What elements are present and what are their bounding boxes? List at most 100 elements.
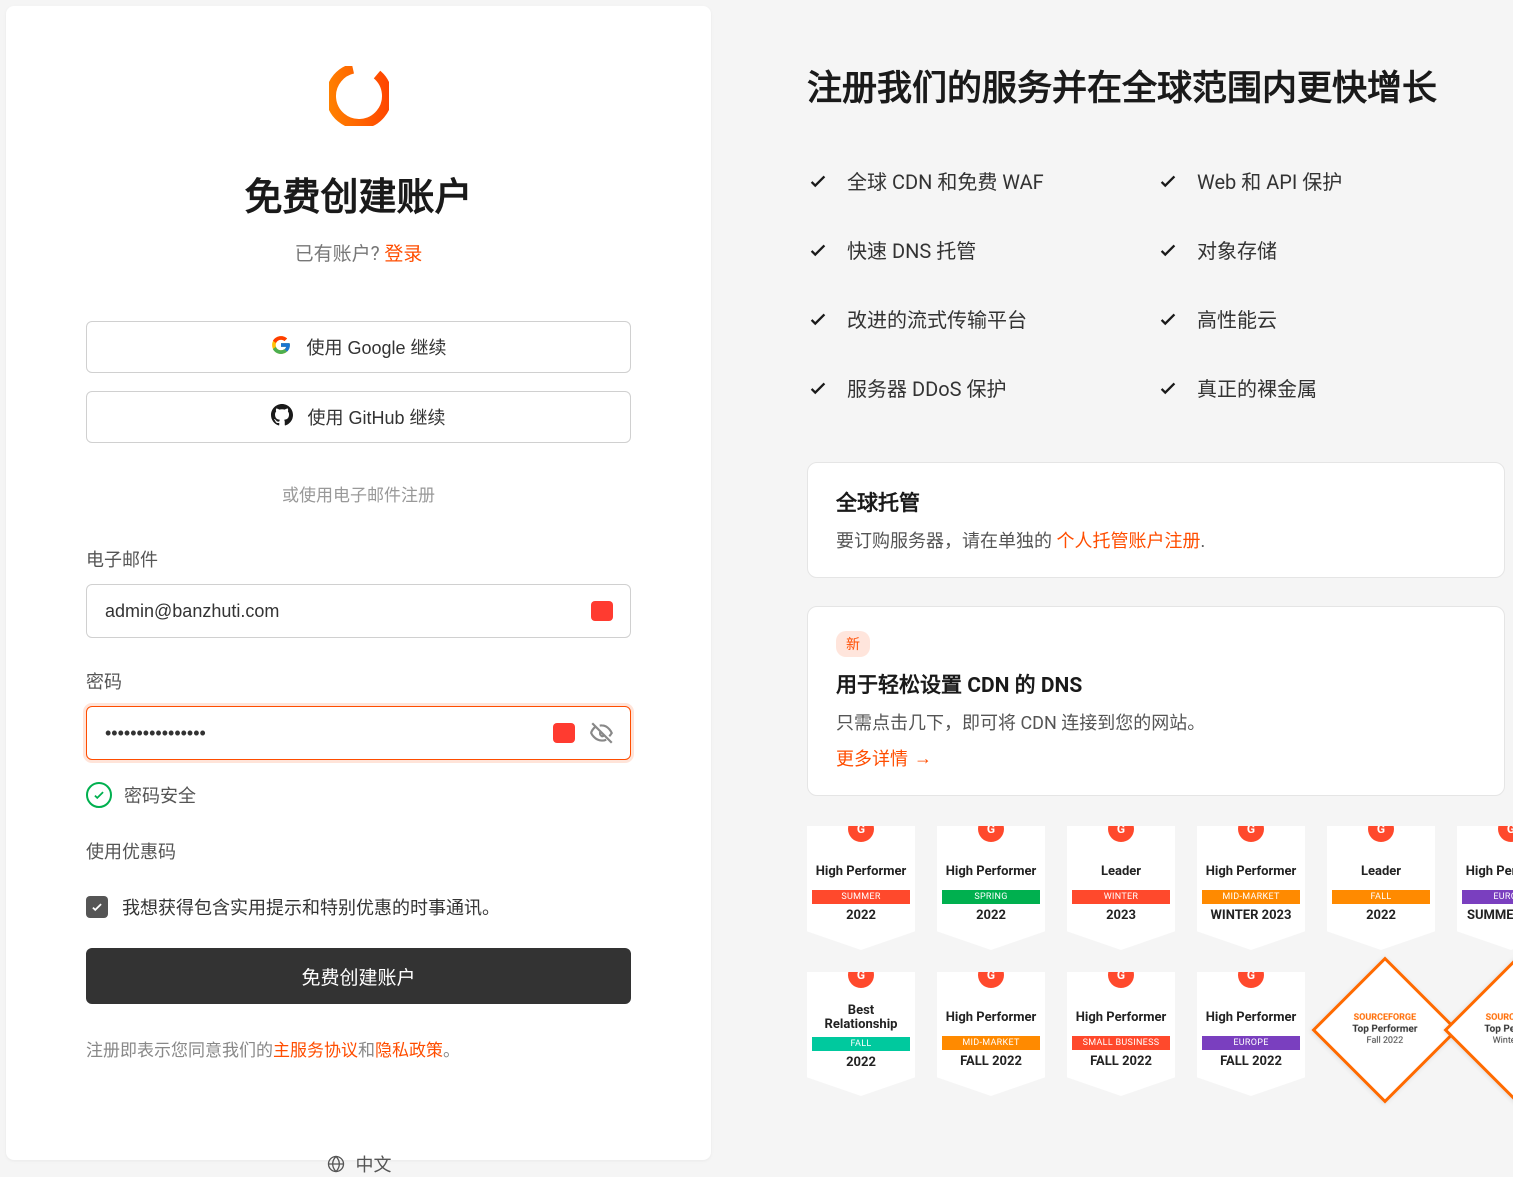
feature-label: 服务器 DDoS 保护 [847, 373, 1006, 402]
github-oauth-label: 使用 GitHub 继续 [307, 404, 445, 430]
promo-code-link[interactable]: 使用优惠码 [86, 838, 631, 864]
dns-card-title: 用于轻松设置 CDN 的 DNS [836, 669, 1476, 699]
feature-item: Web 和 API 保护 [1157, 166, 1513, 195]
signup-panel: 免费创建账户 已有账户? 登录 使用 Google 继续 使用 GitHub 继… [6, 6, 711, 1160]
g2-logo-icon: G [848, 962, 874, 988]
privacy-link[interactable]: 隐私政策 [375, 1041, 443, 1061]
check-icon [807, 239, 829, 261]
g2-logo-icon: G [1368, 816, 1394, 842]
g2-award-badge: GHigh PerformerSUMMER2022 [807, 826, 915, 950]
award-title: High Performer [1457, 858, 1513, 886]
award-year: Fall 2022 [1352, 1036, 1417, 1047]
feature-label: 对象存储 [1197, 235, 1277, 264]
eye-slash-icon [589, 720, 615, 746]
award-title: High Performer [937, 1004, 1045, 1032]
g2-award-badge: GHigh PerformerEuropeFALL 2022 [1197, 972, 1305, 1096]
feature-list: 全球 CDN 和免费 WAF Web 和 API 保护快速 DNS 托管 对象存储改… [807, 166, 1513, 402]
password-manager-icon[interactable] [591, 601, 613, 621]
feature-item: 对象存储 [1157, 235, 1513, 264]
award-title: High Performer [1067, 1004, 1175, 1032]
toggle-password-visibility-button[interactable] [587, 718, 617, 748]
g2-award-badge: GLeaderWINTER2023 [1067, 826, 1175, 950]
award-ribbon: Europe [1202, 1036, 1299, 1050]
award-ribbon: Small Business [1072, 1036, 1169, 1050]
award-ribbon: FALL [812, 1037, 909, 1051]
g2-logo-icon: G [1238, 816, 1264, 842]
award-ribbon: Mid-Market [1202, 890, 1299, 904]
award-title: Best Relationship [807, 1004, 915, 1033]
feature-item: 改进的流式传输平台 [807, 304, 1157, 333]
brand-logo [329, 66, 389, 126]
language-selector[interactable]: 中文 [326, 1151, 392, 1177]
award-ribbon: SPRING [942, 890, 1039, 904]
or-divider: 或使用电子邮件注册 [282, 481, 435, 506]
hosting-signup-link[interactable]: 个人托管账户注册 [1056, 531, 1200, 552]
feature-item: 服务器 DDoS 保护 [807, 373, 1157, 402]
email-input[interactable] [86, 584, 631, 638]
language-label: 中文 [356, 1151, 392, 1177]
g2-award-badge: GHigh PerformerMid-MarketFALL 2022 [937, 972, 1045, 1096]
sourceforge-award-badge: SOURCEFORGETop PerformerWinter 2023 [1443, 956, 1513, 1103]
award-year: 2022 [1327, 908, 1435, 923]
award-title: High Performer [807, 858, 915, 886]
award-title: Top Performer [1352, 1024, 1417, 1036]
award-ribbon: Europe [1462, 890, 1513, 904]
g2-award-badge: GHigh PerformerSmall BusinessFALL 2022 [1067, 972, 1175, 1096]
google-icon [270, 334, 292, 361]
g2-award-badge: GHigh PerformerEuropeSUMMER 2022 [1457, 826, 1513, 950]
g2-logo-icon: G [1108, 816, 1134, 842]
check-circle-icon [86, 782, 112, 808]
feature-label: Web 和 API 保护 [1197, 166, 1342, 195]
globe-icon [326, 1154, 346, 1174]
award-year: 2022 [937, 908, 1045, 923]
tos-link[interactable]: 主服务协议 [273, 1041, 358, 1061]
github-icon [271, 404, 293, 431]
feature-label: 快速 DNS 托管 [847, 235, 976, 264]
award-title: Top Performer [1484, 1024, 1513, 1036]
submit-button[interactable]: 免费创建账户 [86, 948, 631, 1004]
login-link[interactable]: 登录 [384, 242, 422, 265]
marketing-panel: 注册我们的服务并在全球范围内更快增长 全球 CDN 和免费 WAF Web 和 A… [717, 0, 1513, 1166]
award-title: High Performer [1197, 1004, 1305, 1032]
signup-form: 电子邮件 密码 密码安全 使用优惠码 我想获得包含实用提示和特别优惠的时事通讯。… [86, 546, 631, 1061]
g2-award-badge: GBest RelationshipFALL2022 [807, 972, 915, 1096]
password-input[interactable] [86, 706, 631, 760]
award-year: WINTER 2023 [1197, 908, 1305, 923]
g2-logo-icon: G [978, 816, 1004, 842]
password-manager-icon[interactable] [553, 723, 575, 743]
award-year: SUMMER 2022 [1457, 908, 1513, 923]
check-icon [1157, 170, 1179, 192]
arrow-right-icon: → [914, 748, 932, 769]
newsletter-label: 我想获得包含实用提示和特别优惠的时事通讯。 [122, 894, 500, 920]
awards-row-1: GHigh PerformerSUMMER2022GHigh Performer… [807, 826, 1513, 950]
password-label: 密码 [86, 668, 631, 694]
feature-label: 高性能云 [1197, 304, 1277, 333]
award-year: 2022 [807, 1055, 915, 1070]
hero-heading: 注册我们的服务并在全球范围内更快增长 [807, 60, 1513, 111]
feature-label: 全球 CDN 和免费 WAF [847, 166, 1044, 195]
award-ribbon: SUMMER [812, 890, 909, 904]
dns-more-link[interactable]: 更多详情 → [836, 745, 932, 771]
g2-award-badge: GLeaderFALL2022 [1327, 826, 1435, 950]
award-year: 2022 [807, 908, 915, 923]
hosting-card-text: 要订购服务器，请在单独的 个人托管账户注册. [836, 527, 1476, 553]
legal-footer: 注册即表示您同意我们的主服务协议和隐私政策。 [86, 1036, 631, 1061]
github-oauth-button[interactable]: 使用 GitHub 继续 [86, 391, 631, 443]
award-year: 2023 [1067, 908, 1175, 923]
hosting-card-title: 全球托管 [836, 487, 1476, 517]
award-year: Winter 2023 [1484, 1036, 1513, 1047]
newsletter-row: 我想获得包含实用提示和特别优惠的时事通讯。 [86, 894, 631, 920]
g2-logo-icon: G [978, 962, 1004, 988]
g2-logo-icon: G [1238, 962, 1264, 988]
newsletter-checkbox[interactable] [86, 896, 108, 918]
award-year: FALL 2022 [1197, 1054, 1305, 1069]
g2-award-badge: GHigh PerformerMid-MarketWINTER 2023 [1197, 826, 1305, 950]
feature-label: 改进的流式传输平台 [847, 304, 1027, 333]
award-title: High Performer [937, 858, 1045, 886]
dns-card-text: 只需点击几下，即可将 CDN 连接到您的网站。 [836, 709, 1476, 735]
sourceforge-award-badge: SOURCEFORGETop PerformerFall 2022 [1311, 956, 1458, 1103]
password-strength: 密码安全 [86, 782, 631, 808]
check-icon [1157, 377, 1179, 399]
google-oauth-button[interactable]: 使用 Google 继续 [86, 321, 631, 373]
check-icon [807, 308, 829, 330]
